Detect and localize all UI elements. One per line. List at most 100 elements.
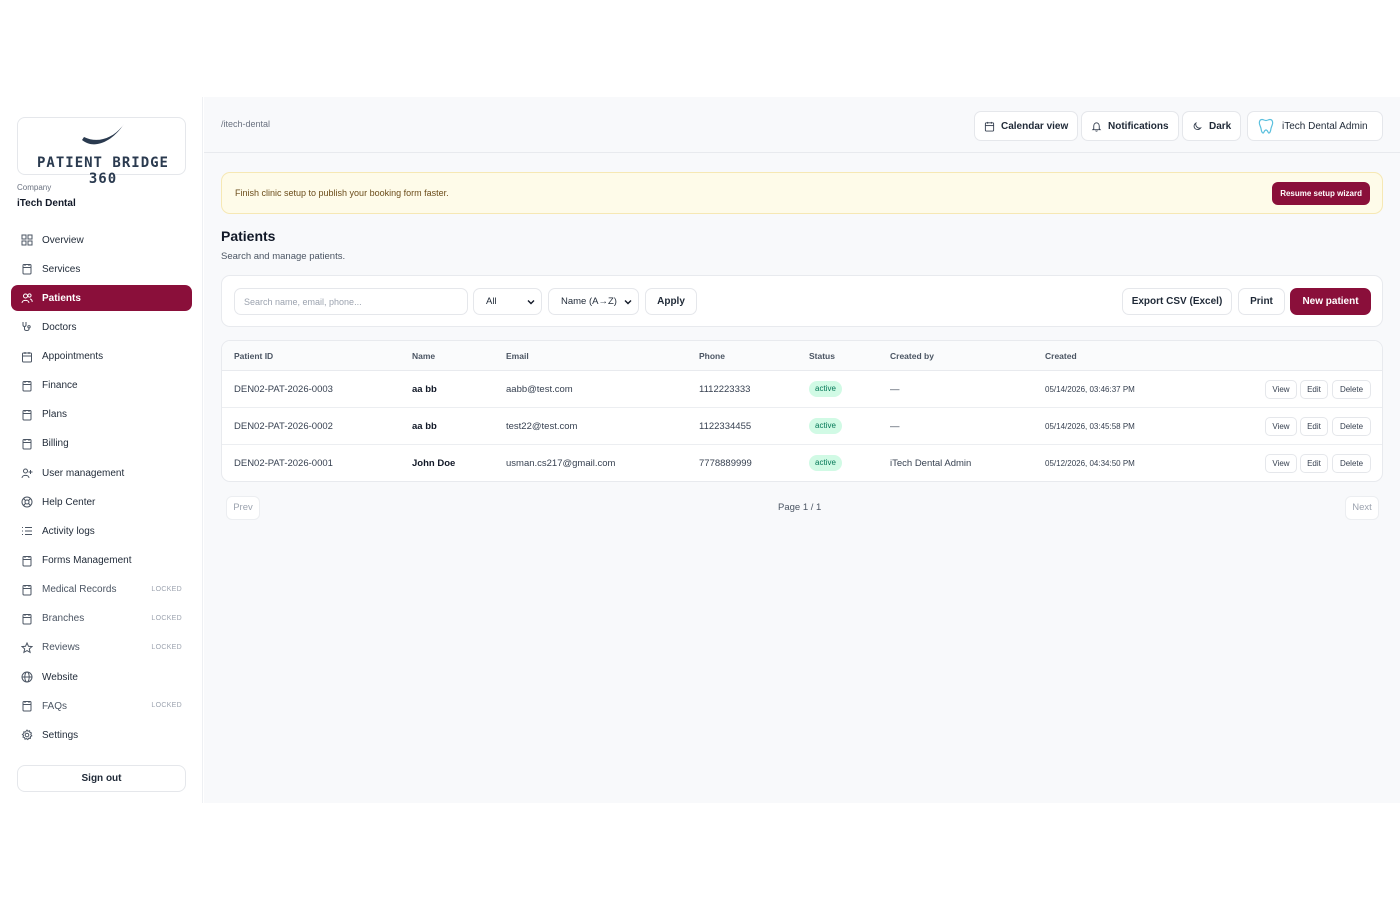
list-icon <box>21 525 33 537</box>
delete-button[interactable]: Delete <box>1332 380 1371 399</box>
next-page-button[interactable]: Next <box>1345 496 1379 520</box>
export-csv-button[interactable]: Export CSV (Excel) <box>1122 288 1232 315</box>
sidebar-item-activity-logs[interactable]: Activity logs <box>11 518 192 544</box>
users-icon <box>21 292 33 304</box>
status-badge: active <box>809 455 842 471</box>
status-filter-select[interactable]: All <box>473 288 542 315</box>
column-header-status[interactable]: Status <box>809 351 835 361</box>
status-filter-value: All <box>486 296 497 307</box>
logo-swoosh-icon <box>82 124 124 145</box>
table-row: DEN02-PAT-2026-0001 John Doe usman.cs217… <box>222 445 1382 481</box>
sidebar-item-services[interactable]: Services <box>11 256 192 282</box>
page-title: Patients <box>221 228 276 244</box>
clipboard-icon <box>21 380 33 392</box>
notifications-button[interactable]: Notifications <box>1081 111 1179 141</box>
patient-email-cell: usman.cs217@gmail.com <box>506 458 616 469</box>
clipboard-icon <box>21 584 33 596</box>
sidebar-item-label: Appointments <box>42 351 104 363</box>
view-button[interactable]: View <box>1265 454 1297 473</box>
calendar-view-label: Calendar view <box>1001 120 1069 132</box>
patient-name-cell: aa bb <box>412 384 437 395</box>
table-header: Patient ID Name Email Phone Status Creat… <box>222 341 1382 371</box>
clipboard-icon <box>21 263 33 275</box>
locked-badge: LOCKED <box>151 702 182 710</box>
column-header-phone[interactable]: Phone <box>699 351 725 361</box>
column-header-created-by[interactable]: Created by <box>890 351 934 361</box>
patient-email-cell: test22@test.com <box>506 421 578 432</box>
apply-button[interactable]: Apply <box>645 288 697 315</box>
main-content: /itech-dental Calendar view Notification… <box>204 97 1400 803</box>
chevron-down-icon <box>624 300 632 305</box>
sidebar-item-label: Help Center <box>42 496 96 508</box>
edit-button[interactable]: Edit <box>1300 454 1328 473</box>
created-by-cell: iTech Dental Admin <box>890 458 972 469</box>
page-indicator: Page 1 / 1 <box>778 502 822 513</box>
search-input[interactable] <box>234 288 468 315</box>
sidebar-item-finance[interactable]: Finance <box>11 373 192 399</box>
sidebar: PATIENT BRIDGE 360 Company iTech Dental … <box>0 97 203 803</box>
prev-page-button[interactable]: Prev <box>226 496 260 520</box>
user-menu-button[interactable]: iTech Dental Admin <box>1247 111 1383 141</box>
sidebar-item-medical-records[interactable]: Medical Records LOCKED <box>11 577 192 603</box>
patient-id-cell: DEN02-PAT-2026-0001 <box>234 458 333 469</box>
column-header-name[interactable]: Name <box>412 351 435 361</box>
column-header-email[interactable]: Email <box>506 351 529 361</box>
calendar-view-button[interactable]: Calendar view <box>974 111 1079 141</box>
brand-logo[interactable]: PATIENT BRIDGE 360 <box>17 117 186 187</box>
sidebar-item-plans[interactable]: Plans <box>11 402 192 428</box>
sidebar-item-appointments[interactable]: Appointments <box>11 344 192 370</box>
patient-phone-cell: 7778889999 <box>699 458 752 469</box>
user-plus-icon <box>21 467 33 479</box>
clipboard-icon <box>21 700 33 712</box>
view-button[interactable]: View <box>1265 380 1297 399</box>
view-button[interactable]: View <box>1265 417 1297 436</box>
column-header-created[interactable]: Created <box>1045 351 1077 361</box>
sidebar-item-label: Patients <box>42 292 81 304</box>
patient-phone-cell: 1112223333 <box>699 384 751 395</box>
sidebar-item-overview[interactable]: Overview <box>11 227 192 253</box>
sidebar-item-branches[interactable]: Branches LOCKED <box>11 606 192 632</box>
sort-select[interactable]: Name (A→Z) <box>548 288 639 315</box>
sidebar-item-label: FAQs <box>42 700 68 712</box>
sidebar-item-settings[interactable]: Settings <box>11 722 192 748</box>
sidebar-item-label: Branches <box>42 613 85 625</box>
breadcrumb[interactable]: /itech-dental <box>221 119 270 129</box>
sidebar-item-label: Settings <box>42 729 79 741</box>
sidebar-item-label: Billing <box>42 438 69 450</box>
sidebar-item-reviews[interactable]: Reviews LOCKED <box>11 635 192 661</box>
sidebar-item-forms-management[interactable]: Forms Management <box>11 548 192 574</box>
sidebar-item-help-center[interactable]: Help Center <box>11 489 192 515</box>
sidebar-item-billing[interactable]: Billing <box>11 431 192 457</box>
table-row: DEN02-PAT-2026-0003 aa bb aabb@test.com … <box>222 371 1382 408</box>
filter-toolbar: All Name (A→Z) Apply Export CSV (Excel) … <box>221 275 1383 327</box>
sidebar-item-user-management[interactable]: User management <box>11 460 192 486</box>
sidebar-item-label: Activity logs <box>42 525 95 537</box>
delete-button[interactable]: Delete <box>1332 454 1371 473</box>
edit-button[interactable]: Edit <box>1300 380 1328 399</box>
patient-id-cell: DEN02-PAT-2026-0003 <box>234 384 333 395</box>
sidebar-item-website[interactable]: Website <box>11 664 192 690</box>
edit-button[interactable]: Edit <box>1300 417 1328 436</box>
locked-badge: LOCKED <box>151 614 182 622</box>
chevron-down-icon <box>527 300 535 305</box>
delete-button[interactable]: Delete <box>1332 417 1371 436</box>
status-badge: active <box>809 418 842 434</box>
setup-banner-text: Finish clinic setup to publish your book… <box>235 188 449 198</box>
sign-out-button[interactable]: Sign out <box>17 765 186 792</box>
user-name-label: iTech Dental Admin <box>1282 120 1368 132</box>
patient-phone-cell: 1122334455 <box>699 421 752 432</box>
sidebar-item-label: Overview <box>42 234 84 246</box>
print-button[interactable]: Print <box>1238 288 1285 315</box>
sidebar-item-doctors[interactable]: Doctors <box>11 314 192 340</box>
sidebar-item-patients[interactable]: Patients <box>11 285 192 312</box>
patient-name-cell: John Doe <box>412 458 456 469</box>
sidebar-item-label: Doctors <box>42 321 77 333</box>
resume-setup-wizard-button[interactable]: Resume setup wizard <box>1272 182 1370 205</box>
star-icon <box>21 641 33 654</box>
created-by-cell: — <box>890 421 900 432</box>
new-patient-button[interactable]: New patient <box>1290 288 1371 315</box>
column-header-patient-id[interactable]: Patient ID <box>234 351 273 361</box>
sidebar-item-faqs[interactable]: FAQs LOCKED <box>11 693 192 719</box>
calendar-icon <box>984 121 995 132</box>
dark-mode-toggle[interactable]: Dark <box>1182 111 1242 141</box>
